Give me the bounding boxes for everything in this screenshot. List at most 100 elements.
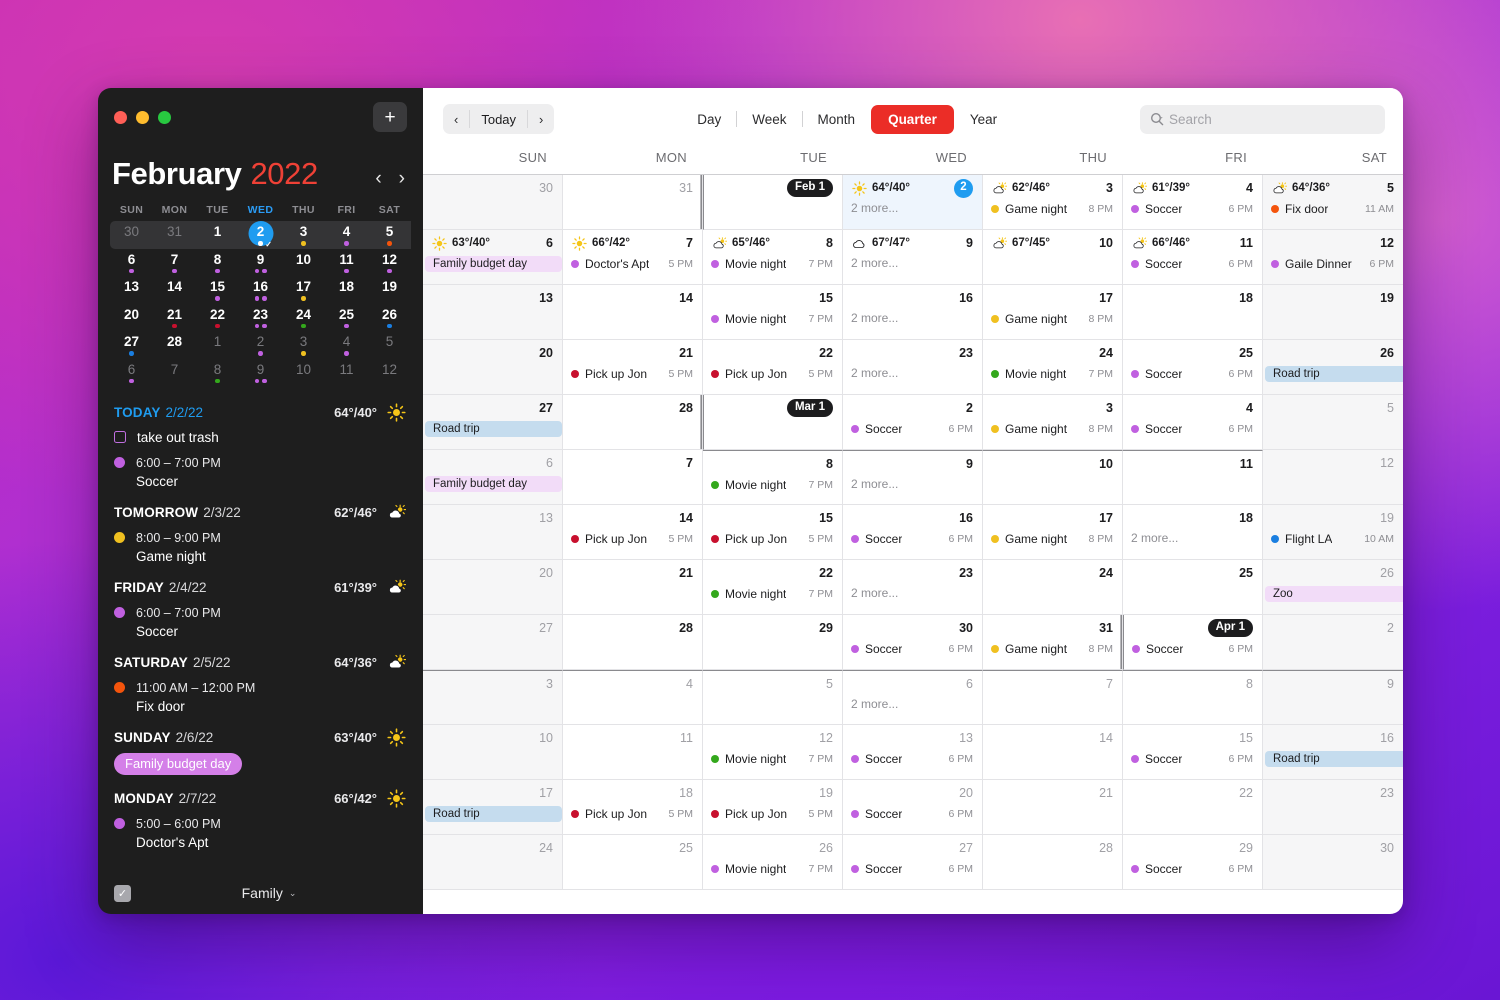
agenda-item[interactable]: 6:00 – 7:00 PM Soccer (114, 454, 407, 489)
calendar-day-cell[interactable]: 28 (563, 395, 703, 450)
calendar-day-cell[interactable]: 8 (1123, 670, 1263, 725)
mini-calendar-day[interactable]: 27 (110, 331, 153, 359)
prev-period-button[interactable]: ‹ (443, 104, 469, 134)
mini-calendar-day[interactable]: 16 (239, 276, 282, 304)
calendar-day-cell[interactable]: 66°/42° 7 Doctor's Apt 5 PM (563, 230, 703, 285)
calendar-event[interactable]: Soccer 6 PM (1124, 641, 1262, 656)
calendar-day-cell[interactable]: 4 Soccer 6 PM (1123, 395, 1263, 450)
calendar-day-cell[interactable]: 67°/45° 10 (983, 230, 1123, 285)
mini-calendar-day[interactable]: 8 (196, 359, 239, 387)
calendar-day-cell[interactable]: 22 Movie night 7 PM (703, 560, 843, 615)
mini-calendar-day[interactable]: 7 (153, 359, 196, 387)
calendar-day-cell[interactable]: 19 Flight LA 10 AM (1263, 505, 1403, 560)
mini-calendar-day[interactable]: 15 (196, 276, 239, 304)
calendar-day-cell[interactable]: 13 Soccer 6 PM (843, 725, 983, 780)
calendar-day-cell[interactable]: 4 (563, 670, 703, 725)
mini-calendar-day[interactable]: 11 (325, 359, 368, 387)
calendar-day-cell[interactable]: 19 (1263, 285, 1403, 340)
calendar-day-cell[interactable]: 16 Soccer 6 PM (843, 505, 983, 560)
today-button[interactable]: Today (470, 104, 527, 134)
calendar-day-cell[interactable]: 9 (1263, 670, 1403, 725)
calendar-day-cell[interactable]: Feb 1 (703, 175, 843, 230)
calendar-day-cell[interactable]: 12 (1263, 450, 1403, 505)
calendar-day-cell[interactable]: 27 Soccer 6 PM (843, 835, 983, 890)
calendar-event[interactable]: Pick up Jon 5 PM (563, 806, 702, 821)
calendar-day-cell[interactable]: 19 Pick up Jon 5 PM (703, 780, 843, 835)
calendar-day-cell[interactable]: 27 (423, 615, 563, 670)
calendar-day-cell[interactable]: 22 (1123, 780, 1263, 835)
calendar-day-cell[interactable]: Mar 1 (703, 395, 843, 450)
calendar-day-cell[interactable]: 61°/39° 4 Soccer 6 PM (1123, 175, 1263, 230)
agenda-item[interactable]: 6:00 – 7:00 PM Soccer (114, 604, 407, 639)
close-icon[interactable] (114, 110, 127, 124)
calendar-event[interactable]: Game night 8 PM (983, 311, 1122, 326)
all-day-event[interactable]: Road trip (1265, 751, 1403, 767)
view-tab-year[interactable]: Year (955, 106, 1012, 133)
calendar-day-cell[interactable]: 21 (983, 780, 1123, 835)
mini-calendar-day[interactable]: 13 (110, 276, 153, 304)
calendar-event[interactable]: Pick up Jon 5 PM (563, 366, 702, 381)
mini-calendar-day[interactable]: 17 (282, 276, 325, 304)
agenda-allday-pill[interactable]: Family budget day (114, 753, 243, 775)
calendar-day-cell[interactable]: 7 (563, 450, 703, 505)
view-tab-quarter[interactable]: Quarter (871, 104, 954, 134)
calendar-day-cell[interactable]: 9 2 more... (843, 450, 983, 505)
calendar-day-cell[interactable]: 24 Movie night 7 PM (983, 340, 1123, 395)
mini-calendar-day[interactable]: 23 (239, 304, 282, 332)
agenda-item[interactable]: 8:00 – 9:00 PM Game night (114, 529, 407, 564)
calendar-event[interactable]: Movie night 7 PM (703, 586, 842, 601)
calendar-day-cell[interactable]: 23 (1263, 780, 1403, 835)
mini-calendar-day[interactable]: 6 (110, 249, 153, 277)
all-day-event[interactable]: Road trip (425, 806, 562, 822)
calendar-event[interactable]: Soccer 6 PM (843, 751, 982, 766)
mini-calendar-day[interactable]: 6 (110, 359, 153, 387)
mini-calendar-day[interactable]: 20 (110, 304, 153, 332)
calendar-day-cell[interactable]: Apr 1 Soccer 6 PM (1123, 615, 1263, 670)
calendar-day-cell[interactable]: 18 2 more... (1123, 505, 1263, 560)
calendar-day-cell[interactable]: 16 2 more... (843, 285, 983, 340)
calendar-day-cell[interactable]: 15 Movie night 7 PM (703, 285, 843, 340)
more-events-link[interactable]: 2 more... (843, 697, 982, 712)
mini-calendar-day[interactable]: 18 (325, 276, 368, 304)
mini-calendar-day[interactable]: 19 (368, 276, 411, 304)
mini-calendar-day[interactable]: 11 (325, 249, 368, 277)
mini-calendar-day[interactable]: 3 (282, 221, 325, 249)
calendar-day-cell[interactable]: 5 (703, 670, 843, 725)
calendar-day-cell[interactable]: 8 Movie night 7 PM (703, 450, 843, 505)
calendar-day-cell[interactable]: 26 Movie night 7 PM (703, 835, 843, 890)
calendar-event[interactable]: Pick up Jon 5 PM (703, 806, 842, 821)
calendar-day-cell[interactable]: 62°/46° 3 Game night 8 PM (983, 175, 1123, 230)
all-day-event[interactable]: Road trip (1265, 366, 1403, 382)
calendar-day-cell[interactable]: 12 Gaile Dinner 6 PM (1263, 230, 1403, 285)
mini-calendar-day[interactable]: 10 (282, 359, 325, 387)
mini-calendar-day[interactable]: 8 (196, 249, 239, 277)
calendar-checkbox[interactable]: ✓ (114, 884, 131, 902)
all-day-event[interactable]: Road trip (425, 421, 562, 437)
calendar-day-cell[interactable]: 30 (1263, 835, 1403, 890)
agenda-item[interactable]: 5:00 – 6:00 PM Doctor's Apt (114, 815, 407, 850)
calendar-day-cell[interactable]: 15 Pick up Jon 5 PM (703, 505, 843, 560)
calendar-event[interactable]: Soccer 6 PM (843, 861, 982, 876)
mini-calendar-day[interactable]: 1 (196, 331, 239, 359)
mini-calendar-day[interactable]: 31 (153, 221, 196, 249)
calendar-day-cell[interactable]: 28 (563, 615, 703, 670)
more-events-link[interactable]: 2 more... (1123, 531, 1262, 546)
calendar-day-cell[interactable]: 30 (423, 175, 563, 230)
more-events-link[interactable]: 2 more... (843, 311, 982, 326)
zoom-icon[interactable] (158, 110, 171, 124)
calendar-event[interactable]: Pick up Jon 5 PM (703, 531, 842, 546)
calendar-day-cell[interactable]: 24 (423, 835, 563, 890)
mini-calendar-day[interactable]: 12 (368, 359, 411, 387)
calendar-event[interactable]: Soccer 6 PM (843, 806, 982, 821)
calendar-day-cell[interactable]: 17 Road trip (423, 780, 563, 835)
mini-calendar-day[interactable]: 10 (282, 249, 325, 277)
calendar-day-cell[interactable]: 10 (983, 450, 1123, 505)
more-events-link[interactable]: 2 more... (843, 256, 982, 271)
calendar-selector[interactable]: Family ⌄ (242, 885, 297, 901)
calendar-day-cell[interactable]: 10 (423, 725, 563, 780)
calendar-event[interactable]: Soccer 6 PM (1123, 751, 1262, 766)
calendar-event[interactable]: Soccer 6 PM (1123, 201, 1262, 216)
calendar-day-cell[interactable]: 13 (423, 505, 563, 560)
calendar-day-cell[interactable]: 65°/46° 8 Movie night 7 PM (703, 230, 843, 285)
mini-calendar-day[interactable]: 2 ✓ (239, 221, 282, 249)
